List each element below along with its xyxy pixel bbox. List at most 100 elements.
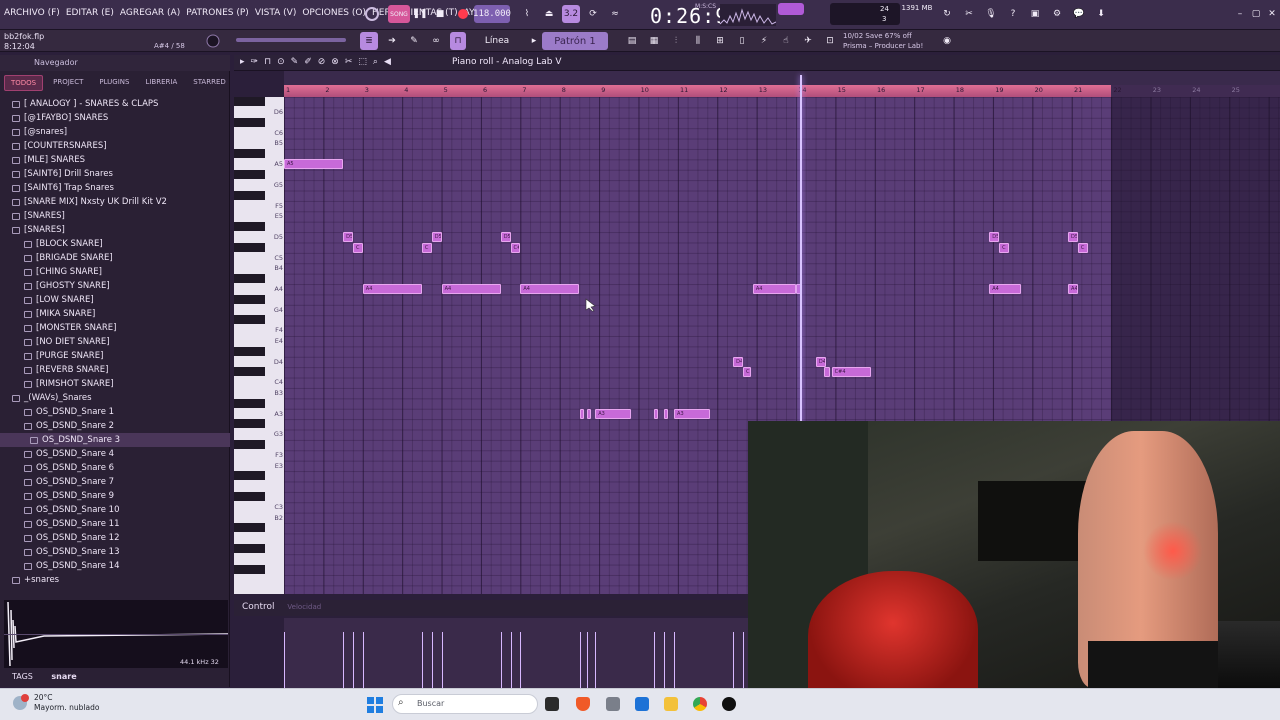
black-key[interactable]: [234, 544, 265, 554]
browser-item[interactable]: [@snares]: [0, 125, 230, 139]
black-key[interactable]: [234, 346, 265, 356]
control-target[interactable]: Velocidad: [287, 603, 321, 611]
pause-icon[interactable]: ❚❚: [412, 5, 428, 23]
velocity-bar[interactable]: [587, 632, 589, 688]
velocity-bar[interactable]: [343, 632, 345, 688]
black-key[interactable]: [234, 273, 265, 283]
taskbar-search[interactable]: Buscar: [392, 694, 538, 714]
pr-brush-icon[interactable]: ✐: [304, 57, 312, 67]
browser-item[interactable]: [MLE] SNARES: [0, 153, 230, 167]
pr-zoom-icon[interactable]: ⌕: [373, 57, 378, 67]
browser-item[interactable]: [RIMSHOT SNARE]: [0, 377, 230, 391]
midi-note[interactable]: A4: [520, 284, 580, 295]
midi-note[interactable]: A4: [441, 284, 501, 295]
black-key[interactable]: [234, 440, 265, 450]
browser-item[interactable]: OS_DSND_Snare 11: [0, 517, 230, 531]
black-key[interactable]: [234, 315, 265, 325]
browser-item[interactable]: [BLOCK SNARE]: [0, 237, 230, 251]
weather-icon[interactable]: [10, 693, 30, 713]
black-key[interactable]: [234, 117, 265, 127]
browser-item[interactable]: [NO DIET SNARE]: [0, 335, 230, 349]
record-icon[interactable]: [454, 5, 472, 23]
hint-knob-icon[interactable]: [362, 5, 382, 23]
channel-rack-icon[interactable]: ▤: [624, 32, 640, 50]
pr-magnet-icon[interactable]: ⊓: [264, 57, 271, 67]
browser-item[interactable]: OS_DSND_Snare 4: [0, 447, 230, 461]
midi-note[interactable]: A5: [284, 159, 344, 170]
chrome-icon[interactable]: [693, 697, 707, 711]
velocity-bar[interactable]: [421, 632, 423, 688]
minimize-icon[interactable]: –: [1234, 5, 1246, 23]
black-key[interactable]: [234, 169, 265, 179]
help-icon[interactable]: ?: [1004, 5, 1022, 23]
magnet-icon[interactable]: ⊓: [450, 32, 466, 50]
black-key[interactable]: [234, 242, 265, 252]
pr-mute-icon[interactable]: ⊗: [331, 57, 339, 67]
brave-icon[interactable]: [576, 697, 590, 711]
browser-item[interactable]: [PURGE SNARE]: [0, 349, 230, 363]
eq-icon[interactable]: ⫼: [690, 32, 706, 50]
menu-editar[interactable]: EDITAR (E): [66, 8, 114, 18]
app-icon[interactable]: [606, 697, 620, 711]
velocity-lane[interactable]: [284, 618, 748, 688]
browser-tab-starred[interactable]: STARRED: [187, 75, 232, 91]
chat-icon[interactable]: 💬: [1070, 5, 1088, 23]
midi-note[interactable]: [823, 367, 830, 378]
black-key[interactable]: [234, 398, 265, 408]
browser-item[interactable]: OS_DSND_Snare 12: [0, 531, 230, 545]
tools-icon[interactable]: ✈: [800, 32, 816, 50]
menu-opciones[interactable]: OPCIONES (O): [302, 8, 366, 18]
midi-note[interactable]: D5: [343, 232, 353, 243]
browser-item[interactable]: OS_DSND_Snare 7: [0, 475, 230, 489]
pr-delete-icon[interactable]: ⊘: [318, 57, 326, 67]
browser-item[interactable]: [SNARE MIX] Nxsty UK Drill Kit V2: [0, 195, 230, 209]
pr-speaker-icon[interactable]: ◀: [384, 57, 391, 67]
midi-note[interactable]: C: [421, 242, 432, 253]
stop-icon[interactable]: ■: [432, 5, 448, 23]
browser-tab-plugins[interactable]: PLUGINS: [93, 75, 135, 91]
velocity-bar[interactable]: [431, 632, 433, 688]
forward-icon[interactable]: ➔: [384, 32, 400, 50]
playlist-icon[interactable]: ≣: [360, 32, 378, 50]
news-icon[interactable]: ◉: [940, 32, 954, 50]
touch-icon[interactable]: ☝: [778, 32, 794, 50]
black-key[interactable]: [234, 471, 265, 481]
midi-note[interactable]: A4: [752, 284, 797, 295]
browser-tab-project[interactable]: PROJECT: [47, 75, 89, 91]
midi-note[interactable]: C: [999, 242, 1009, 253]
piano-roll-icon[interactable]: ▦: [646, 32, 662, 50]
song-mode-toggle[interactable]: SONG: [388, 5, 410, 23]
browser-item[interactable]: [MIKA SNARE]: [0, 307, 230, 321]
velocity-bar[interactable]: [733, 632, 735, 688]
midi-note[interactable]: C#4: [831, 367, 872, 378]
midi-note[interactable]: C#5: [510, 242, 521, 253]
browser-item[interactable]: OS_DSND_Snare 2: [0, 419, 230, 433]
browser-tab-libreria[interactable]: LIBRERIA: [139, 75, 183, 91]
midi-note[interactable]: D5: [500, 232, 511, 243]
plugin-picker-icon[interactable]: ⚡: [756, 32, 772, 50]
browser-item[interactable]: OS_DSND_Snare 3: [0, 433, 230, 447]
master-pitch-slider[interactable]: [236, 38, 346, 42]
browser-item[interactable]: [LOW SNARE]: [0, 293, 230, 307]
midi-note[interactable]: [664, 409, 669, 419]
menu-agregar[interactable]: AGREGAR (A): [120, 8, 180, 18]
plugin-icon[interactable]: ⚙: [1048, 5, 1066, 23]
browser-item[interactable]: OS_DSND_Snare 1: [0, 405, 230, 419]
mic-icon[interactable]: 🎙: [982, 5, 1000, 23]
browser-item[interactable]: [SNARES]: [0, 209, 230, 223]
piano-roll-overview[interactable]: [284, 71, 1280, 85]
browser-icon[interactable]: ⊞: [712, 32, 728, 50]
velocity-bar[interactable]: [654, 632, 656, 688]
midi-note[interactable]: C: [743, 367, 751, 378]
black-key[interactable]: [234, 565, 265, 574]
velocity-bar[interactable]: [362, 632, 364, 688]
midi-note[interactable]: D5: [989, 232, 1000, 243]
browser-item[interactable]: OS_DSND_Snare 14: [0, 559, 230, 573]
midi-note[interactable]: D5: [1068, 232, 1078, 243]
pr-pencil-icon[interactable]: ✎: [291, 57, 299, 67]
browser-item[interactable]: OS_DSND_Snare 13: [0, 545, 230, 559]
midi-note[interactable]: C: [1077, 242, 1088, 253]
browser-item[interactable]: [ ANALOGY ] - SNARES & CLAPS: [0, 97, 230, 111]
master-volume-knob[interactable]: [205, 32, 221, 50]
browser-item[interactable]: [SAINT6] Drill Snares: [0, 167, 230, 181]
